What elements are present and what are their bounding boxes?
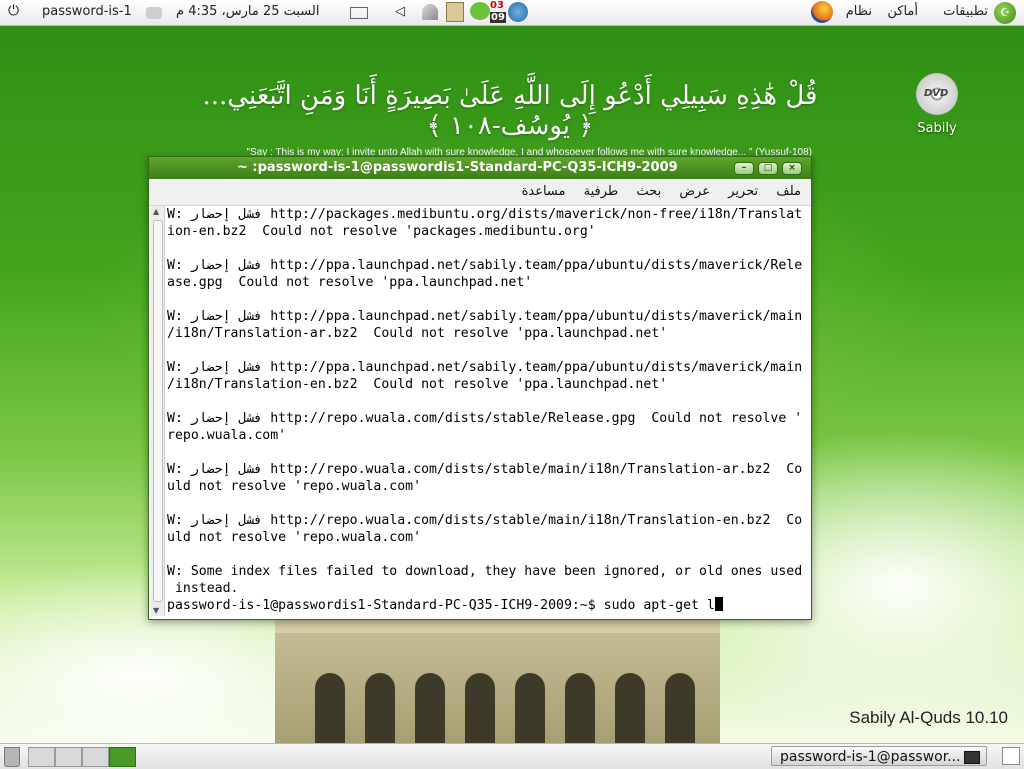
window-titlebar[interactable]: ~ :password-is-1@passwordis1-Standard-PC…	[149, 157, 811, 179]
terminal-line: W: فشل إحضار http://repo.wuala.com/dists…	[167, 462, 803, 477]
show-desktop-icon[interactable]	[1002, 747, 1020, 765]
terminal-line: ase.gpg Could not resolve 'ppa.launchpad…	[167, 275, 533, 290]
window-title: ~ :password-is-1@passwordis1-Standard-PC…	[237, 160, 678, 175]
terminal-line: /i18n/Translation-ar.bz2 Could not resol…	[167, 326, 668, 341]
menu-edit[interactable]: تحرير	[728, 179, 758, 205]
scroll-thumb[interactable]	[153, 220, 163, 602]
terminal-line: W: فشل إحضار http://repo.wuala.com/dists…	[167, 411, 803, 426]
terminal-line: W: Some index files failed to download, …	[167, 564, 803, 579]
workspace-4[interactable]	[109, 747, 136, 767]
prompt-text: password-is-1@passwordis1-Standard-PC-Q3…	[167, 598, 715, 613]
terminal-menubar: ملف تحرير عرض بحث طرفية مساعدة	[149, 179, 811, 206]
pidgin-icon[interactable]	[470, 2, 490, 20]
menu-file[interactable]: ملف	[776, 179, 801, 205]
workspace-3[interactable]	[82, 747, 109, 767]
user-menu[interactable]: password-is-1	[42, 4, 132, 19]
terminal-line: W: فشل إحضار http://packages.medibuntu.o…	[167, 207, 803, 222]
version-label: Sabily Al-Quds 10.10	[849, 708, 1008, 727]
network-icon[interactable]	[422, 4, 438, 20]
terminal-line: W: فشل إحضار http://ppa.launchpad.net/sa…	[167, 309, 803, 324]
terminal-line: W: فشل إحضار http://repo.wuala.com/dists…	[167, 513, 803, 528]
quran-verse: قُلْ هَٰذِهِ سَبِيلِي أَدْعُو إِلَى اللَ…	[202, 81, 818, 141]
menu-search[interactable]: بحث	[636, 179, 661, 205]
terminal-line: uld not resolve 'repo.wuala.com'	[167, 530, 422, 545]
firefox-icon[interactable]	[811, 1, 833, 23]
terminal-scrollbar[interactable]: ▲ ▼	[151, 206, 165, 616]
terminal-line: ion-en.bz2 Could not resolve 'packages.m…	[167, 224, 596, 239]
sabily-desktop-icon[interactable]: DVD Sabily	[908, 73, 966, 136]
taskbar-terminal-button[interactable]: password-is-1@passwor...	[771, 746, 987, 766]
terminal-output: W: فشل إحضار http://packages.medibuntu.o…	[167, 206, 809, 614]
sabily-logo-icon[interactable]: ☪	[994, 2, 1016, 24]
dvd-label: DVD	[924, 88, 949, 99]
menu-view[interactable]: عرض	[679, 179, 710, 205]
close-button[interactable]: ×	[782, 162, 802, 175]
terminal-cursor	[714, 597, 723, 611]
chat-status-icon[interactable]	[146, 7, 162, 19]
terminal-line: repo.wuala.com'	[167, 428, 287, 443]
terminal-window[interactable]: ~ :password-is-1@passwordis1-Standard-PC…	[148, 156, 812, 620]
terminal-area[interactable]: ▲ ▼ W: فشل إحضار http://packages.medibun…	[151, 206, 807, 616]
terminal-line: instead.	[167, 581, 239, 596]
scroll-up-icon[interactable]: ▲	[153, 207, 159, 216]
menu-system[interactable]: نظام	[846, 4, 872, 19]
workspace-2[interactable]	[55, 747, 82, 767]
maximize-button[interactable]: □	[758, 162, 778, 175]
bottom-panel: password-is-1@passwor...	[0, 743, 1024, 769]
power-icon[interactable]: ⏻	[8, 3, 19, 19]
dvd-icon: DVD	[916, 73, 958, 115]
clock[interactable]: السبت 25 مارس، 4:35 م	[176, 4, 319, 19]
terminal-icon	[964, 751, 980, 764]
mail-icon[interactable]	[350, 7, 368, 19]
menu-places[interactable]: أماكن	[887, 4, 918, 19]
scroll-down-icon[interactable]: ▼	[153, 606, 159, 615]
menu-help[interactable]: مساعدة	[522, 179, 566, 205]
workspace-1[interactable]	[28, 747, 55, 767]
taskbar-label: password-is-1@passwor...	[780, 749, 961, 765]
terminal-line: /i18n/Translation-en.bz2 Could not resol…	[167, 377, 668, 392]
menu-terminal[interactable]: طرفية	[584, 179, 619, 205]
mosque-image	[275, 615, 720, 743]
terminal-line: uld not resolve 'repo.wuala.com'	[167, 479, 422, 494]
sabily-icon-label: Sabily	[917, 121, 957, 136]
volume-icon[interactable]: ◁	[395, 4, 405, 19]
terminal-line: W: فشل إحضار http://ppa.launchpad.net/sa…	[167, 360, 803, 375]
minimize-button[interactable]: –	[734, 162, 754, 175]
badge-bottom: 09	[490, 12, 506, 23]
clipboard-icon[interactable]	[446, 2, 464, 22]
badge-top: 03	[490, 0, 504, 11]
terminal-prompt: password-is-1@passwordis1-Standard-PC-Q3…	[167, 597, 809, 614]
trash-icon[interactable]	[4, 747, 20, 767]
terminal-line: W: فشل إحضار http://ppa.launchpad.net/sa…	[167, 258, 803, 273]
globe-icon[interactable]	[508, 2, 528, 22]
menu-applications[interactable]: تطبيقات	[943, 4, 988, 19]
top-panel: ☪ تطبيقات أماكن نظام ⏻ password-is-1 الس…	[0, 0, 1024, 26]
